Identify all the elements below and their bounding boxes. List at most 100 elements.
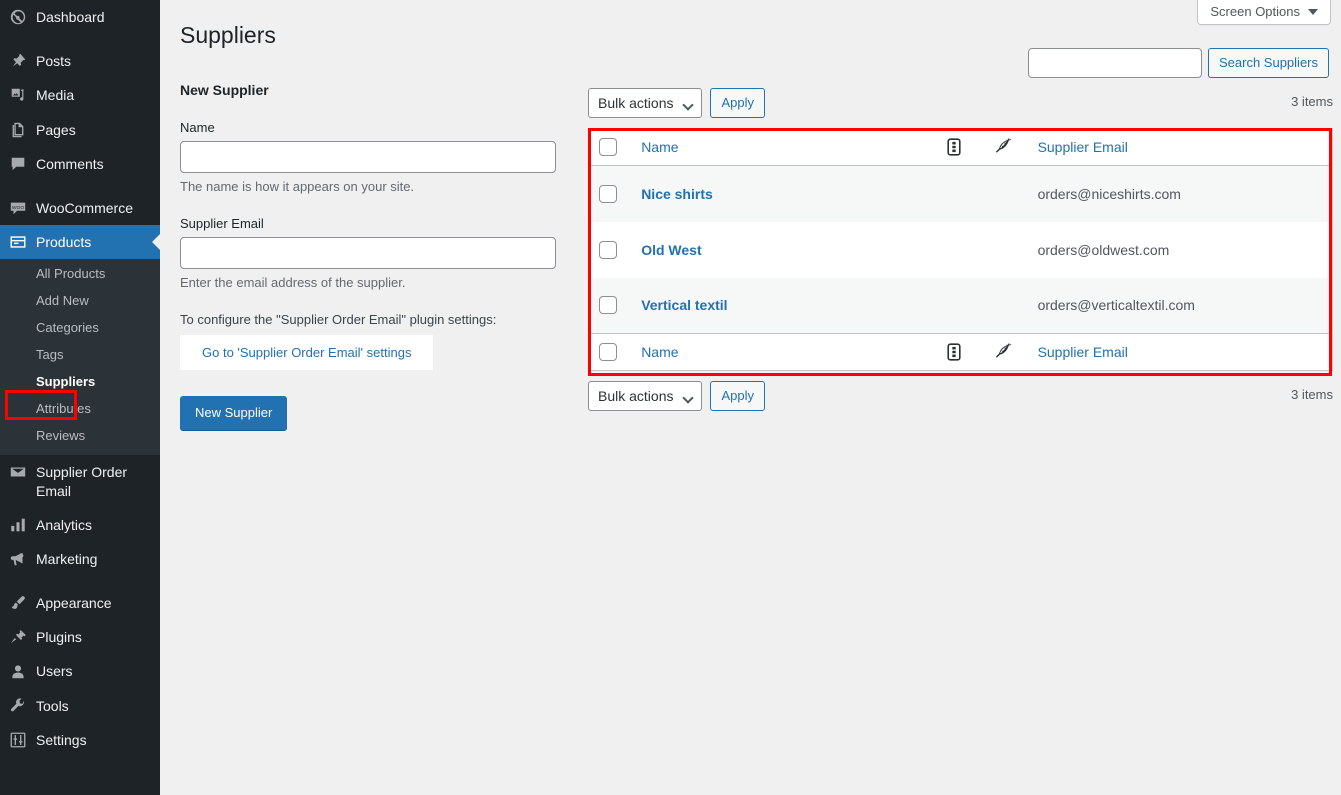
row-select-cell — [589, 222, 632, 278]
email-icon — [0, 463, 36, 481]
sidebar-item-label: WooCommerce — [36, 199, 133, 216]
column-header-pen[interactable] — [982, 128, 1028, 166]
row-checkbox[interactable] — [599, 296, 617, 315]
sidebar-item-comments[interactable]: Comments — [0, 147, 160, 181]
row-email-cell: orders@oldwest.com — [1037, 241, 1170, 258]
sidebar-item-supplier-order-email[interactable]: Supplier Order Email — [0, 455, 160, 507]
sidebar-item-products[interactable]: Products — [0, 225, 160, 260]
sidebar-item-settings[interactable]: Settings — [0, 723, 160, 757]
sidebar-item-suppliers[interactable]: Suppliers — [0, 368, 160, 395]
column-footer-pen[interactable] — [982, 333, 1028, 371]
row-name-cell: Vertical textil — [631, 278, 936, 334]
sidebar-item-plugins[interactable]: Plugins — [0, 620, 160, 654]
feather-quill-icon — [993, 343, 1018, 361]
sidebar-item-label: Analytics — [36, 516, 93, 533]
table-header-row: Name Supplier Email — [588, 128, 1333, 166]
sidebar-item-posts[interactable]: Posts — [0, 44, 160, 78]
supplier-name-link[interactable]: Vertical textil — [641, 297, 727, 313]
go-to-settings-button[interactable]: Go to 'Supplier Order Email' settings — [180, 335, 434, 370]
products-icon — [0, 233, 36, 251]
chevron-down-icon — [682, 392, 695, 404]
sidebar-item-woocommerce[interactable]: WOO WooCommerce — [0, 191, 160, 225]
sidebar-item-label: Users — [36, 663, 73, 680]
comments-icon — [0, 155, 36, 173]
search-input[interactable] — [1028, 48, 1202, 78]
sidebar-item-tags[interactable]: Tags — [0, 341, 160, 368]
table-row: Nice shirts orders@niceshirts.com — [588, 165, 1333, 222]
sidebar-item-label: Settings — [36, 731, 87, 748]
sidebar-separator — [0, 180, 160, 191]
name-help-text: The name is how it appears on your site. — [180, 179, 415, 194]
supplier-name-link[interactable]: Nice shirts — [641, 186, 713, 202]
wrench-icon — [0, 697, 36, 715]
sidebar-separator — [0, 576, 160, 587]
column-header-name[interactable]: Name — [631, 128, 937, 166]
column-header-supplier-email[interactable]: Supplier Email — [1027, 128, 1333, 166]
column-footer-name[interactable]: Name — [631, 333, 937, 371]
supplier-email-input[interactable] — [180, 237, 556, 269]
sidebar-item-media[interactable]: Media — [0, 78, 160, 112]
sidebar-item-reviews[interactable]: Reviews — [0, 422, 160, 449]
pin-icon — [0, 52, 36, 70]
woocommerce-icon: WOO — [0, 199, 36, 217]
products-submenu: All Products Add New Categories Tags Sup… — [0, 259, 160, 456]
row-count-cell — [936, 166, 983, 222]
name-input[interactable] — [180, 141, 556, 173]
screen-options-button[interactable]: Screen Options — [1197, 0, 1331, 25]
sidebar-item-label: Pages — [36, 121, 76, 138]
sidebar-item-categories[interactable]: Categories — [0, 314, 160, 341]
select-all-checkbox-top[interactable] — [599, 138, 617, 157]
sidebar-item-marketing[interactable]: Marketing — [0, 542, 160, 576]
sidebar-item-add-new[interactable]: Add New — [0, 287, 160, 314]
search-suppliers-button[interactable]: Search Suppliers — [1208, 48, 1329, 78]
new-supplier-submit-button[interactable]: New Supplier — [180, 396, 288, 430]
select-all-header — [588, 128, 632, 166]
sidebar-item-all-products[interactable]: All Products — [0, 260, 160, 287]
sidebar-item-label: Supplier Order Email — [36, 464, 128, 499]
items-count-bottom: 3 items — [1291, 387, 1333, 402]
form-heading: New Supplier — [180, 82, 269, 98]
apply-button-bottom[interactable]: Apply — [710, 381, 766, 411]
sidebar-item-analytics[interactable]: Analytics — [0, 508, 160, 542]
apply-button-top[interactable]: Apply — [710, 88, 766, 118]
user-icon — [0, 663, 36, 681]
name-field-group: Name — [180, 120, 560, 173]
select-all-footer — [588, 333, 632, 371]
sidebar-separator — [0, 34, 160, 45]
supplier-email-label: Supplier Email — [180, 216, 264, 231]
row-name-cell: Nice shirts — [631, 166, 936, 222]
sidebar-item-dashboard[interactable]: Dashboard — [0, 0, 160, 34]
table-head: Name Supplier Email — [588, 128, 1333, 166]
items-count-top: 3 items — [1291, 94, 1333, 109]
column-footer-count[interactable] — [936, 333, 983, 371]
column-footer-supplier-email[interactable]: Supplier Email — [1027, 333, 1333, 371]
page-title: Suppliers — [180, 22, 276, 48]
column-header-count[interactable] — [936, 128, 983, 166]
chevron-down-icon — [682, 99, 695, 111]
sidebar-item-label: Posts — [36, 53, 72, 70]
suppliers-list-table-wrap: Bulk actions Apply 3 items Name Supplier… — [588, 88, 1333, 411]
sidebar-item-label: Appearance — [36, 595, 112, 612]
row-checkbox[interactable] — [599, 184, 617, 203]
configure-plugin-text: To configure the "Supplier Order Email" … — [180, 312, 497, 327]
sidebar-item-tools[interactable]: Tools — [0, 689, 160, 723]
bulk-actions-select-bottom[interactable]: Bulk actions — [588, 381, 703, 411]
bulk-actions-select-top[interactable]: Bulk actions — [588, 88, 703, 118]
sidebar-item-pages[interactable]: Pages — [0, 113, 160, 147]
sidebar-item-appearance[interactable]: Appearance — [0, 586, 160, 620]
supplier-email-field-group: Supplier Email — [180, 216, 560, 269]
select-all-checkbox-bottom[interactable] — [599, 343, 617, 362]
sidebar-item-attributes[interactable]: Attributes — [0, 395, 160, 422]
analytics-icon — [0, 516, 36, 534]
bulk-actions-label: Bulk actions — [598, 95, 674, 111]
row-count-cell — [936, 222, 983, 278]
pages-icon — [0, 121, 36, 139]
row-select-cell — [589, 278, 632, 334]
sidebar-item-label: Marketing — [36, 550, 98, 567]
supplier-name-link[interactable]: Old West — [641, 242, 701, 258]
sidebar-item-label: Tools — [36, 697, 69, 714]
row-checkbox[interactable] — [599, 240, 617, 259]
dashboard-icon — [0, 8, 36, 26]
sidebar-item-users[interactable]: Users — [0, 654, 160, 688]
main-content: Screen Options Suppliers Search Supplier… — [160, 0, 1341, 795]
